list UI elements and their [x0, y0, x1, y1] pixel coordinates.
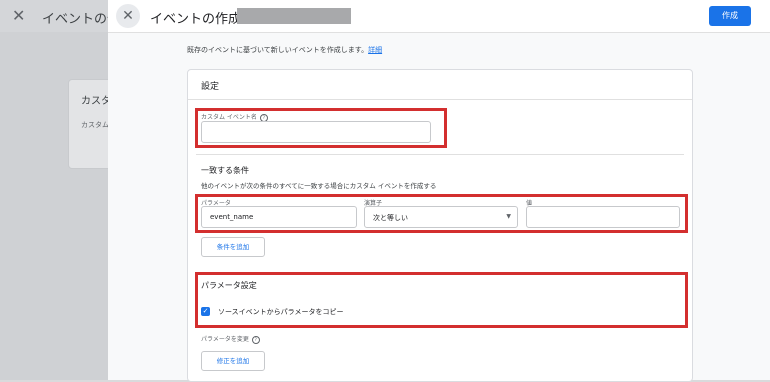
modify-parameters-label: パラメータを変更?: [201, 334, 260, 344]
settings-card: 設定 カスタム イベント名? 一致する条件 他のイベントが次の条件のすべてに一致…: [187, 69, 693, 382]
close-icon[interactable]: ✕: [116, 4, 140, 28]
conditions-title: 一致する条件: [201, 166, 249, 175]
learn-more-link[interactable]: 詳細: [368, 46, 382, 54]
highlight-custom-event-name: [195, 108, 447, 148]
highlight-parameter-settings: [195, 272, 688, 328]
create-event-panel: ✕ イベントの作成 作成 既存のイベントに基づいて新しいイベントを作成します。詳…: [108, 0, 770, 382]
add-condition-button[interactable]: 条件を追加: [201, 237, 265, 257]
background-card-subtitle: カスタム: [81, 121, 109, 129]
background-close-icon: ✕: [12, 6, 26, 25]
modify-parameters-label-text: パラメータを変更: [201, 336, 249, 343]
settings-card-header: 設定: [188, 70, 692, 100]
intro-description: 既存のイベントに基づいて新しいイベントを作成します。: [187, 46, 369, 54]
help-icon[interactable]: ?: [251, 335, 260, 344]
panel-title: イベントの作成: [150, 12, 242, 27]
intro-text: 既存のイベントに基づいて新しいイベントを作成します。詳細: [187, 45, 382, 55]
panel-header: ✕ イベントの作成 作成: [108, 0, 770, 33]
settings-title: 設定: [201, 82, 220, 92]
section-divider: [196, 154, 684, 155]
highlight-conditions: [195, 194, 688, 233]
create-button[interactable]: 作成: [709, 6, 751, 26]
redacted-block: [237, 8, 351, 24]
add-modification-button[interactable]: 修正を追加: [201, 351, 265, 371]
conditions-description: 他のイベントが次の条件のすべてに一致する場合にカスタム イベントを作成する: [201, 182, 437, 190]
